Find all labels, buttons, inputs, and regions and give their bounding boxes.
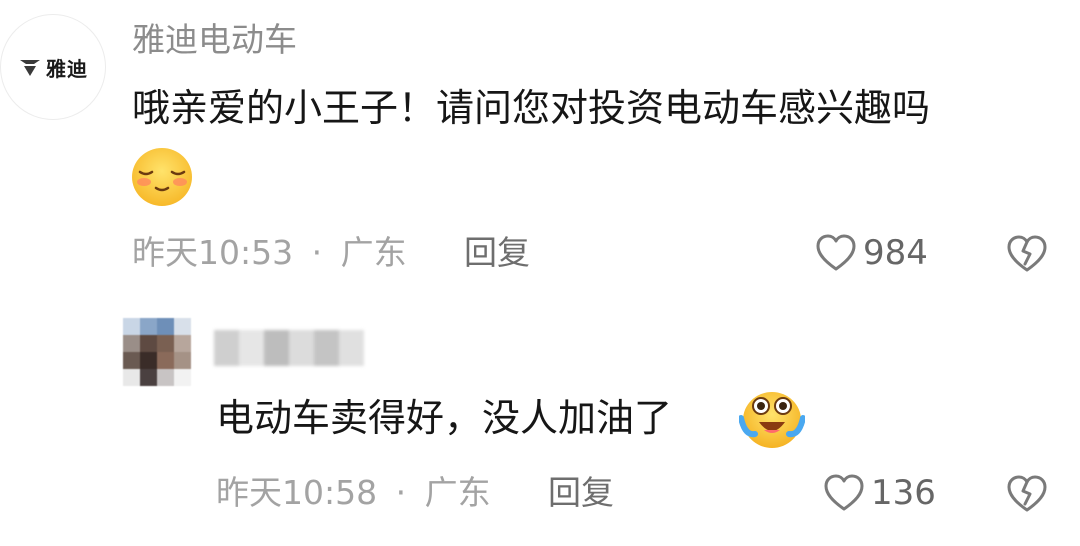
like-count: 984 [863, 233, 928, 273]
author-avatar[interactable]: 雅迪 [0, 14, 106, 120]
avatar-brand-text: 雅迪 [46, 56, 88, 81]
yadea-logo-icon [20, 60, 40, 76]
reply-time: 昨天10:58 [216, 473, 378, 512]
reply-text: 电动车卖得好，没人加油了 [216, 396, 673, 440]
broken-heart-icon[interactable] [1006, 474, 1048, 514]
comment-time: 昨天10:53 [132, 233, 294, 272]
crying-laughing-emoji-icon [739, 392, 805, 448]
comment-location: 广东 [340, 233, 407, 272]
like-button[interactable]: 136 [823, 470, 936, 516]
like-count: 136 [871, 473, 936, 513]
reply-comment-text: 电动车卖得好，没人加油了 [216, 390, 672, 446]
reply-location: 广东 [424, 473, 491, 512]
like-button[interactable]: 984 [815, 230, 928, 276]
reply-meta: 昨天10:58 · 广东 [216, 470, 491, 516]
comment-meta: 昨天10:53 · 广东 [132, 230, 407, 276]
meta-separator: · [311, 233, 323, 272]
reply-button[interactable]: 回复 [464, 230, 530, 276]
heart-outline-icon [816, 234, 856, 271]
comment-author-name[interactable]: 雅迪电动车 [132, 16, 297, 64]
broken-heart-icon[interactable] [1006, 234, 1048, 274]
heart-outline-icon [824, 474, 864, 511]
reply-author-name-blurred[interactable] [214, 330, 364, 366]
reply-author-avatar[interactable] [123, 318, 191, 386]
meta-separator: · [395, 473, 407, 512]
comment-text: 哦亲爱的小王子！请问您对投资电动车感兴趣吗 [132, 86, 931, 130]
shy-smile-emoji-icon [132, 148, 192, 206]
reply-button[interactable]: 回复 [548, 470, 614, 516]
